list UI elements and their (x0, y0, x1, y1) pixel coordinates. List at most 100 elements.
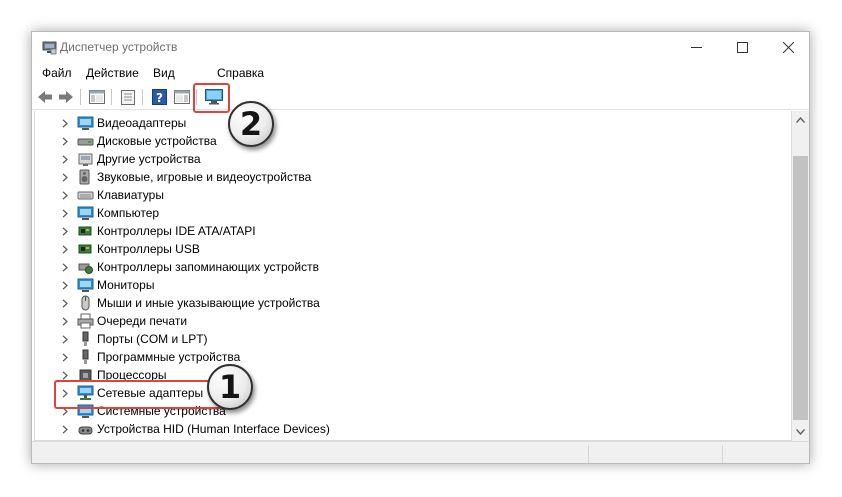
close-icon (782, 42, 794, 53)
mouse-icon (81, 295, 90, 311)
expand-chevron-icon[interactable] (62, 281, 68, 290)
toolbar-separator (111, 89, 112, 105)
tree-item-label: Компьютер (97, 206, 160, 220)
help-button[interactable]: ? (150, 88, 168, 106)
tree-item-label: Дисковые устройства (97, 134, 217, 148)
expand-chevron-icon[interactable] (62, 353, 68, 362)
tree-item-label: Видеоадаптеры (97, 116, 187, 130)
keyboard-icon (77, 191, 94, 200)
expand-chevron-icon[interactable] (62, 209, 68, 218)
expand-chevron-icon[interactable] (62, 227, 68, 236)
tree-item[interactable]: Порты (COM и LPT) (35, 330, 775, 348)
expand-chevron-icon[interactable] (62, 299, 68, 308)
expand-chevron-icon[interactable] (62, 317, 68, 326)
tree-item[interactable]: Звуковые, игровые и видеоустройства (35, 168, 775, 186)
svg-text:?: ? (156, 91, 163, 105)
tree-item[interactable]: Другие устройства (35, 150, 775, 168)
properties-icon (121, 89, 135, 105)
printer-icon (77, 313, 94, 329)
tree-item-label: Контроллеры IDE ATA/ATAPI (97, 224, 256, 238)
usb-controller-icon (78, 244, 92, 254)
tree-item[interactable]: Контроллеры запоминающих устройств (35, 258, 775, 276)
tree-item[interactable]: Мониторы (35, 276, 775, 294)
maximize-icon (736, 42, 748, 53)
port-icon (82, 331, 89, 346)
action-pane-button[interactable] (173, 88, 191, 106)
back-button[interactable] (36, 88, 54, 106)
tree-item-label: Мониторы (97, 278, 155, 292)
tree-item[interactable]: Контроллеры USB (35, 240, 775, 258)
expand-chevron-icon[interactable] (62, 173, 68, 182)
tree-item-label: Программные устройства (97, 350, 241, 364)
expand-chevron-icon[interactable] (62, 335, 68, 344)
tree-item[interactable]: Программные устройства (35, 348, 775, 366)
tree-item-label: Очереди печати (97, 314, 188, 328)
expand-chevron-icon[interactable] (62, 137, 68, 146)
hid-device-icon (78, 426, 93, 435)
toolbar-separator (80, 89, 81, 105)
status-bar (32, 441, 809, 463)
menu-view[interactable]: Вид (153, 66, 175, 80)
window-title: Диспетчер устройств (60, 40, 178, 54)
tree-item[interactable]: Устройства HID (Human Interface Devices) (35, 420, 775, 438)
expand-chevron-icon[interactable] (62, 371, 68, 380)
maximize-button[interactable] (719, 32, 765, 63)
expand-chevron-icon[interactable] (62, 119, 68, 128)
menu-file[interactable]: Файл (42, 66, 72, 80)
annotation-badge-2: 2 (228, 101, 274, 147)
tree-item[interactable]: Мыши и иные указывающие устройства (35, 294, 775, 312)
tree-item-label: Звуковые, игровые и видеоустройства (97, 170, 312, 184)
expand-chevron-icon[interactable] (62, 425, 68, 434)
title-bar: Диспетчер устройств (32, 32, 809, 63)
menu-action[interactable]: Действие (86, 66, 139, 80)
tree-item-label: Клавиатуры (97, 188, 164, 202)
vertical-scrollbar[interactable] (792, 111, 809, 441)
speaker-icon (79, 169, 90, 185)
tree-item[interactable]: Компьютер (35, 204, 775, 222)
tree-item-label: Мыши и иные указывающие устройства (97, 296, 320, 310)
annotation-highlight-network-adapters (54, 380, 222, 409)
help-icon: ? (151, 89, 167, 105)
display-adapter-icon (77, 116, 94, 130)
toolbar: ? (32, 85, 809, 110)
scroll-down-arrow-icon[interactable] (796, 429, 805, 435)
ide-controller-icon (78, 226, 92, 236)
menu-bar: Файл Действие Вид Справка (32, 64, 809, 84)
other-devices-icon (78, 153, 93, 166)
show-hide-console-tree-button[interactable] (88, 88, 106, 106)
device-manager-app-icon (42, 41, 57, 55)
minimize-icon (690, 47, 702, 48)
menu-help[interactable]: Справка (217, 66, 264, 80)
software-device-icon (82, 349, 89, 364)
status-pane-divider (722, 445, 723, 463)
close-button[interactable] (765, 32, 809, 63)
forward-button[interactable] (57, 88, 75, 106)
properties-button[interactable] (119, 88, 137, 106)
expand-chevron-icon[interactable] (62, 155, 68, 164)
expand-chevron-icon[interactable] (62, 263, 68, 272)
tree-item[interactable]: Видеоадаптеры (35, 114, 775, 132)
annotation-badge-1: 1 (207, 364, 253, 410)
monitor-icon (77, 278, 94, 292)
tree-item[interactable]: Дисковые устройства (35, 132, 775, 150)
expand-chevron-icon[interactable] (62, 245, 68, 254)
minimize-button[interactable] (673, 32, 719, 63)
forward-arrow-icon (59, 91, 73, 103)
expand-chevron-icon[interactable] (62, 191, 68, 200)
tree-item-label: Другие устройства (97, 152, 201, 166)
tree-item-label: Устройства HID (Human Interface Devices) (97, 422, 330, 436)
tree-item[interactable]: Очереди печати (35, 312, 775, 330)
back-arrow-icon (38, 91, 52, 103)
storage-controller-icon (78, 263, 93, 274)
toolbar-separator (142, 89, 143, 105)
tree-item[interactable]: Клавиатуры (35, 186, 775, 204)
show-hide-console-tree-icon (89, 90, 105, 104)
annotation-highlight-toolbar-button (193, 83, 230, 113)
status-pane-divider (588, 445, 589, 463)
tree-item[interactable]: Контроллеры IDE ATA/ATAPI (35, 222, 775, 240)
scroll-up-arrow-icon[interactable] (796, 117, 805, 123)
scrollbar-thumb[interactable] (793, 156, 808, 420)
tree-item-label: Контроллеры запоминающих устройств (97, 260, 319, 274)
computer-icon (77, 206, 94, 220)
disk-drive-icon (77, 138, 94, 146)
